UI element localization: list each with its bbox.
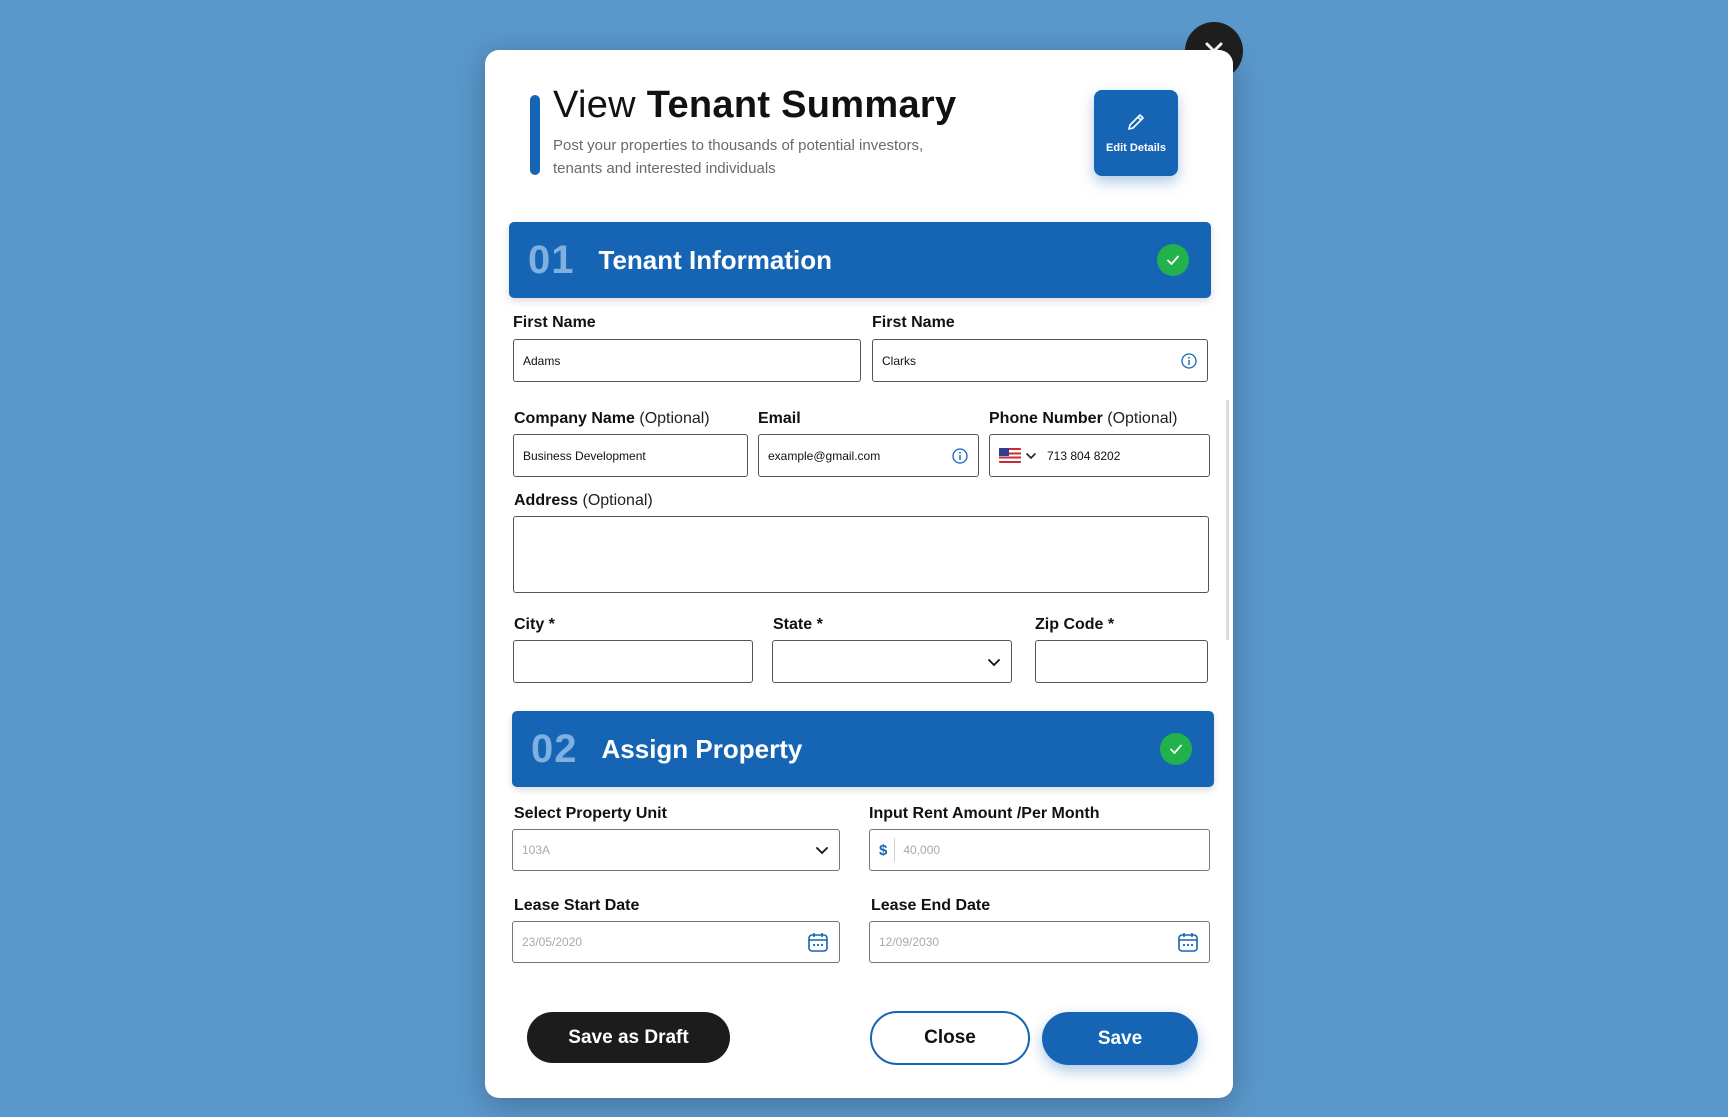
lease-end-value: 12/09/2030 [879,935,940,949]
section-complete-badge [1157,244,1189,276]
chevron-down-icon [987,655,1001,669]
header-accent-bar [530,95,540,175]
lease-start-value: 23/05/2020 [522,935,583,949]
tenant-summary-modal: View Tenant Summary Post your properties… [485,50,1233,1098]
check-icon [1170,744,1182,754]
property-unit-value: 103A [522,843,551,857]
chevron-down-icon [815,843,829,857]
phone-number-value: 713 804 8202 [1047,448,1121,463]
section-number: 02 [531,726,578,771]
first-name-input[interactable]: Adams [513,339,861,382]
save-button[interactable]: Save [1042,1012,1198,1065]
section-complete-badge [1160,733,1192,765]
section-assign-property: 02 Assign Property [512,711,1214,787]
company-name-input[interactable]: Business Development [513,434,748,477]
info-icon[interactable] [952,447,968,464]
check-icon [1167,255,1179,265]
section-title: Tenant Information [598,244,833,275]
last-name-input[interactable]: Clarks [872,339,1208,382]
pencil-icon [1128,114,1144,130]
rent-amount-label: Input Rent Amount /Per Month [869,805,1100,822]
close-button[interactable]: Close [870,1011,1030,1065]
edit-details-label: Edit Details [1106,142,1166,154]
lease-end-date-input[interactable]: 12/09/2030 [869,921,1210,963]
company-name-label: Company Name (Optional) [514,410,710,427]
lease-end-label: Lease End Date [871,897,991,914]
state-label: State * [773,616,823,633]
property-unit-select[interactable]: 103A [512,829,840,871]
calendar-icon[interactable] [1177,931,1199,953]
address-label: Address (Optional) [514,492,653,509]
zip-code-label: Zip Code * [1035,616,1115,633]
chevron-down-icon[interactable] [1025,450,1037,462]
lease-start-date-input[interactable]: 23/05/2020 [512,921,840,963]
us-flag-icon[interactable] [999,448,1021,463]
section-tenant-information: 01 Tenant Information [509,222,1211,298]
last-name-label: First Name [872,314,955,331]
page-subtitle: Post your properties to thousands of pot… [553,137,924,177]
email-input[interactable]: example@gmail.com [758,434,979,477]
last-name-value: Clarks [882,353,917,368]
phone-number-label: Phone Number (Optional) [989,410,1178,427]
page-title: View Tenant Summary [553,84,956,127]
info-icon[interactable] [1181,352,1197,369]
rent-amount-input[interactable]: $ 40,000 [869,829,1210,871]
email-label: Email [758,410,801,427]
property-unit-label: Select Property Unit [514,805,667,822]
section-number: 01 [528,237,575,282]
page-title-light: View [553,84,636,126]
page-title-bold: Tenant Summary [646,84,957,126]
divider [894,838,896,862]
save-as-draft-button[interactable]: Save as Draft [527,1012,730,1063]
email-value: example@gmail.com [768,448,881,463]
lease-start-label: Lease Start Date [514,897,640,914]
state-select[interactable] [772,640,1012,683]
section-title: Assign Property [601,733,803,764]
company-name-value: Business Development [523,448,646,463]
calendar-icon[interactable] [807,931,829,953]
zip-code-input[interactable] [1035,640,1208,683]
first-name-value: Adams [523,353,561,368]
first-name-label: First Name [513,314,596,331]
city-input[interactable] [513,640,753,683]
scrollbar[interactable] [1226,400,1229,640]
city-label: City * [514,616,555,633]
edit-details-button[interactable]: Edit Details [1094,90,1178,176]
rent-amount-value: 40,000 [903,843,941,857]
phone-number-input[interactable]: 713 804 8202 [989,434,1210,477]
dollar-icon: $ [879,841,888,859]
address-textarea[interactable] [513,516,1209,593]
